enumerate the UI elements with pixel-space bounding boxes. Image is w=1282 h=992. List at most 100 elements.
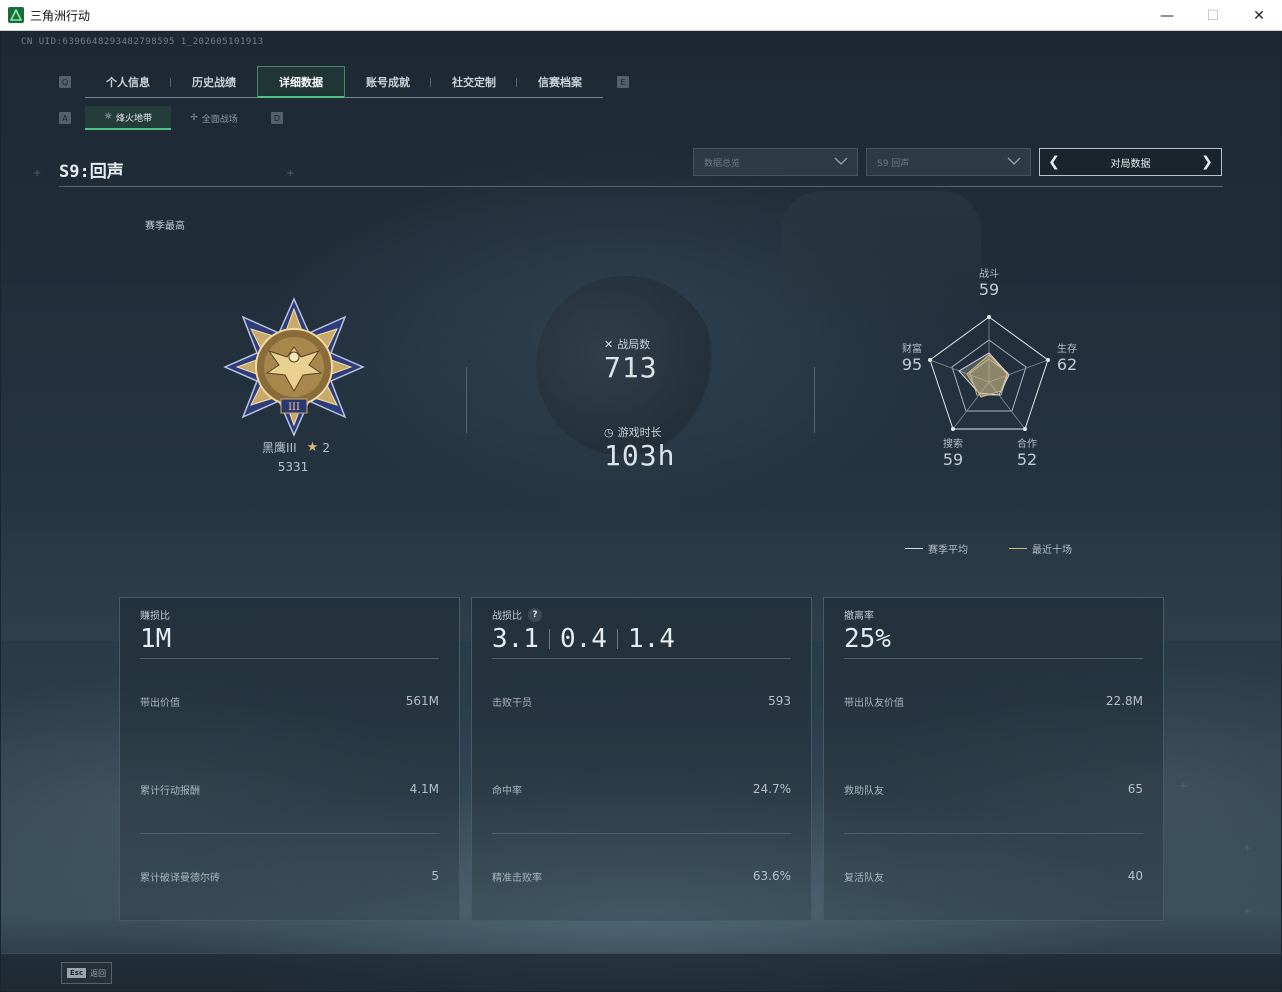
card-divider xyxy=(844,833,1143,834)
playtime-label-text: 游戏时长 xyxy=(617,426,662,439)
radar-value-search: 59 xyxy=(942,450,964,469)
chevron-down-icon xyxy=(1006,154,1022,171)
prev-arrow-icon[interactable]: ❮ xyxy=(1046,154,1062,170)
profit-ratio-value: 1M xyxy=(140,624,171,654)
star-icon: ★ xyxy=(306,440,319,455)
key-hint-d[interactable]: D xyxy=(271,112,283,124)
card-main-value: 25% xyxy=(844,624,891,654)
radar-label-cooperation: 合作 xyxy=(1017,439,1037,450)
back-label: 返回 xyxy=(90,968,107,978)
kd-value-tertiary: 1.4 xyxy=(627,624,675,654)
card-main-value: 1M xyxy=(140,624,172,654)
help-icon[interactable]: ? xyxy=(528,607,542,622)
hazard-icon: ☼ xyxy=(103,112,113,122)
legend-season-average: 赛季平均 xyxy=(905,541,968,556)
key-hint-q[interactable]: Q xyxy=(59,76,71,88)
tab-history[interactable]: 历史战绩 xyxy=(171,66,257,98)
stat-row: 救助队友 65 xyxy=(844,782,1143,797)
game-viewport: + + + + + CN UID:6396648293482798595 1_2… xyxy=(1,31,1281,991)
radar-label-search: 搜索 xyxy=(943,439,963,450)
clock-icon: ◷ xyxy=(604,425,614,439)
season-best-label: 赛季最高 xyxy=(145,221,185,232)
maximize-button[interactable]: ☐ xyxy=(1190,0,1236,31)
kd-values: 3.1 0.4 1.4 xyxy=(492,624,675,654)
app-logo-icon xyxy=(8,7,24,23)
header-divider xyxy=(59,186,1223,187)
stat-row-value: 65 xyxy=(1127,782,1143,796)
crosshair-decoration: + xyxy=(33,168,42,179)
stat-row-label: 救助队友 xyxy=(844,786,884,797)
kd-card: 战损比 ? 3.1 0.4 1.4 击败干员 593 命中率 24.7% 精准击败率… xyxy=(471,597,812,921)
bottom-bar: Esc 返回 xyxy=(1,953,1281,991)
card-title: 战损比 ? xyxy=(492,607,542,622)
key-hint-e[interactable]: E xyxy=(617,76,629,88)
subtab-hazard-zone[interactable]: ☼ 烽火地带 xyxy=(85,106,171,130)
stat-row: 累计行动报酬 4.1M xyxy=(140,782,439,797)
stat-row-value: 561M xyxy=(405,694,439,708)
section-divider xyxy=(466,367,467,433)
stat-row-label: 精准击败率 xyxy=(492,873,542,884)
close-button[interactable]: ✕ xyxy=(1236,0,1282,31)
stat-row-label: 命中率 xyxy=(492,786,522,797)
chevron-down-icon xyxy=(833,154,849,171)
key-hint-a[interactable]: A xyxy=(59,112,71,124)
radar-label-survival: 生存 xyxy=(1057,344,1077,355)
legend-label: 赛季平均 xyxy=(928,545,968,556)
rank-points: 5331 xyxy=(277,460,309,474)
tab-label: 历史战绩 xyxy=(192,75,236,89)
next-arrow-icon[interactable]: ❯ xyxy=(1199,154,1215,170)
back-button[interactable]: Esc 返回 xyxy=(61,962,113,984)
legend-recent-ten: 最近十场 xyxy=(1009,541,1072,556)
esc-key-icon: Esc xyxy=(67,968,87,978)
window-title: 三角洲行动 xyxy=(30,8,91,23)
stat-row-value: 593 xyxy=(768,694,791,708)
crossed-swords-icon: ✕ xyxy=(604,337,614,351)
legend-label: 最近十场 xyxy=(1032,545,1072,556)
stat-row: 精准击败率 63.6% xyxy=(492,869,791,884)
tab-social[interactable]: 社交定制 xyxy=(431,66,517,98)
card-title: 撤离率 xyxy=(844,611,874,622)
rank-medal-icon: III xyxy=(223,295,365,437)
rank-stars: 2 xyxy=(322,440,330,455)
matches-label: ✕ 战局数 xyxy=(604,336,650,352)
extract-rate-value: 25% xyxy=(844,624,891,654)
stat-row-value: 40 xyxy=(1127,869,1143,883)
tab-label: 信赛档案 xyxy=(538,75,582,89)
legend-line-icon xyxy=(905,548,923,549)
stat-row: 复活队友 40 xyxy=(844,869,1143,884)
subtab-label: 烽火地带 xyxy=(116,113,153,124)
user-uid: CN UID:6396648293482798595 1_20260510191… xyxy=(21,37,264,47)
tab-personal-info[interactable]: 个人信息 xyxy=(85,66,171,98)
section-divider xyxy=(814,367,815,433)
tab-archive[interactable]: 信赛档案 xyxy=(517,66,603,98)
mode-switcher: ❮ 对局数据 ❯ xyxy=(1039,148,1222,176)
extract-card: 撤离率 25% 带出队友价值 22.8M 救助队友 65 复活队友 40 xyxy=(823,597,1164,921)
minimize-button[interactable]: — xyxy=(1144,0,1190,31)
subtab-battlefield[interactable]: ✢ 全面战场 xyxy=(171,106,257,130)
tab-achievements[interactable]: 账号成就 xyxy=(345,66,431,98)
matches-value: 713 xyxy=(604,351,658,384)
card-divider xyxy=(140,658,439,659)
tab-detailed-data[interactable]: 详细数据 xyxy=(257,65,345,98)
subtab-label: 全面战场 xyxy=(201,114,238,125)
card-divider xyxy=(492,658,791,659)
crosshair-decoration: + xyxy=(286,168,295,179)
radar-value-combat: 59 xyxy=(978,280,1000,299)
data-type-dropdown[interactable]: 数据总览 xyxy=(693,148,858,176)
playtime-value: 103h xyxy=(604,439,676,472)
dropdown-value: 数据总览 xyxy=(704,158,741,169)
card-divider xyxy=(140,833,439,834)
stat-row-label: 累计破译曼德尔砖 xyxy=(140,873,220,884)
stat-row-label: 击败干员 xyxy=(492,698,532,709)
radar-value-cooperation: 52 xyxy=(1016,450,1038,469)
stat-row-value: 5 xyxy=(431,869,439,883)
matches-label-text: 战局数 xyxy=(617,338,651,351)
stat-row: 带出队友价值 22.8M xyxy=(844,694,1143,709)
season-dropdown[interactable]: S9 回声 xyxy=(866,148,1031,176)
stat-row-value: 22.8M xyxy=(1105,694,1143,708)
dropdown-value: S9 回声 xyxy=(877,158,910,169)
tab-label: 详细数据 xyxy=(279,75,323,89)
card-divider xyxy=(844,658,1143,659)
stat-row: 命中率 24.7% xyxy=(492,782,791,797)
radar-value-wealth: 95 xyxy=(901,355,923,374)
